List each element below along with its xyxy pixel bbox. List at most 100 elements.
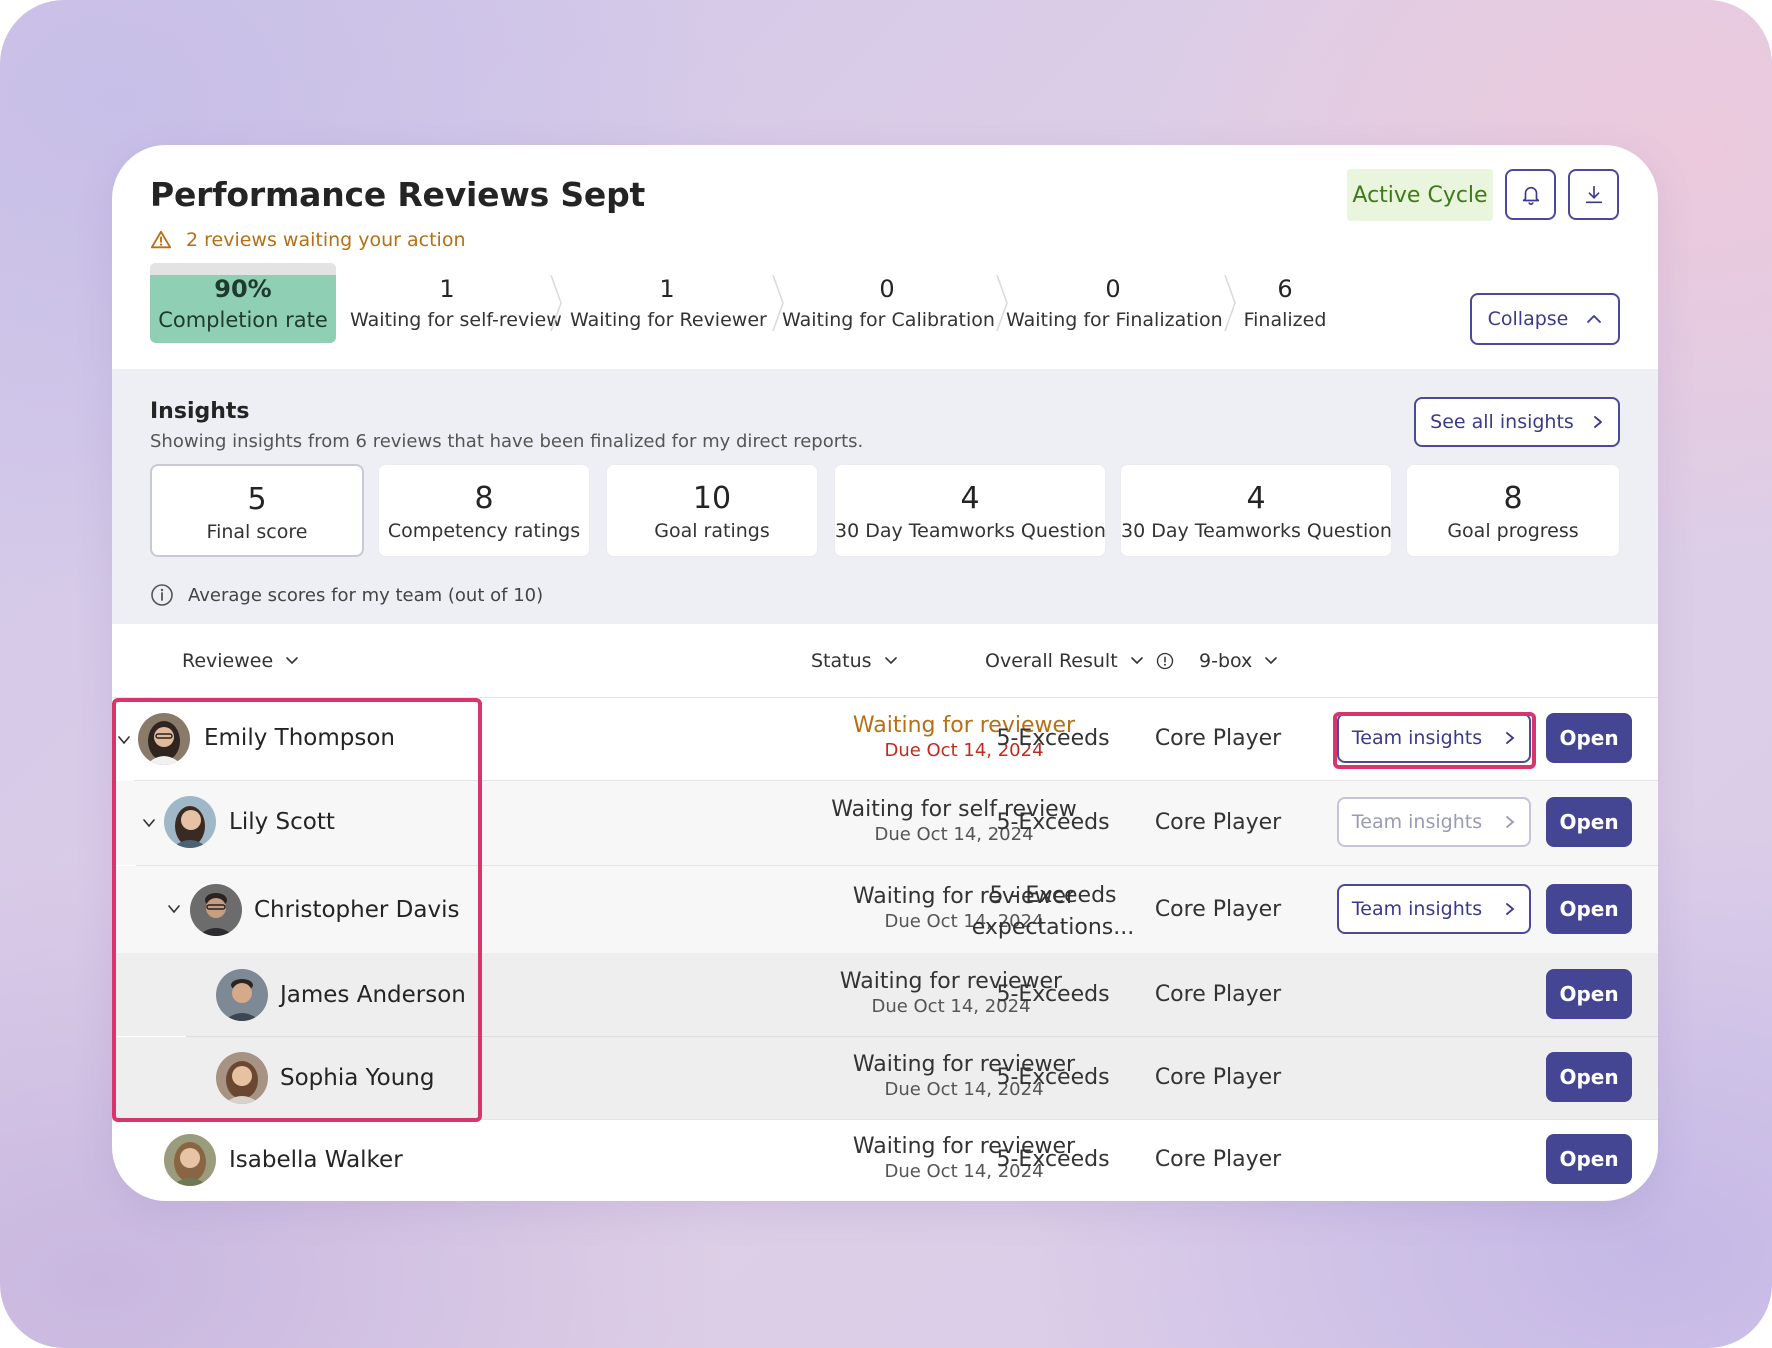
nine-box-value: Core Player	[1154, 810, 1282, 835]
avatar	[190, 884, 242, 936]
reviewee-name[interactable]: Sophia Young	[280, 1065, 434, 1091]
review-stages: 90% Completion rate 1 Waiting for self-r…	[150, 263, 1550, 343]
insight-value: 8	[474, 481, 494, 516]
see-all-insights-label: See all insights	[1430, 411, 1574, 433]
reviewee-name[interactable]: Emily Thompson	[204, 725, 395, 751]
team-insights-label: Team insights	[1351, 898, 1483, 920]
column-overall-result[interactable]: Overall Result	[985, 650, 1174, 672]
chevron-right-icon	[1506, 732, 1515, 744]
completion-value: 90%	[214, 275, 272, 303]
download-icon	[1585, 185, 1602, 203]
open-button[interactable]: Open	[1546, 884, 1632, 934]
open-button[interactable]: Open	[1546, 797, 1632, 847]
chevron-right-icon	[1506, 903, 1515, 915]
table-row[interactable]: Sophia Young Waiting for reviewer Due Oc…	[112, 1037, 1658, 1119]
info-icon[interactable]	[1156, 652, 1174, 670]
insight-value: 4	[1246, 481, 1266, 516]
open-button[interactable]: Open	[1546, 713, 1632, 763]
insight-label: Goal progress	[1447, 520, 1579, 542]
stage-count: 0	[879, 275, 895, 303]
chevron-down-icon[interactable]	[167, 902, 181, 916]
nine-box-value: Core Player	[1154, 726, 1282, 751]
insights-subtitle: Showing insights from 6 reviews that hav…	[150, 431, 864, 452]
reviewee-name[interactable]: James Anderson	[280, 982, 466, 1008]
column-status[interactable]: Status	[811, 650, 898, 672]
insights-note: Average scores for my team (out of 10)	[150, 583, 543, 607]
notifications-button[interactable]	[1505, 169, 1556, 220]
table-row[interactable]: Emily Thompson Waiting for reviewer Due …	[112, 699, 1658, 780]
result-line: 5 - Exceeds	[989, 883, 1117, 908]
stage-count: 1	[659, 275, 675, 303]
nine-box-value: Core Player	[1154, 897, 1282, 922]
stage-finalized[interactable]: 6 Finalized	[1236, 263, 1334, 343]
column-label: Status	[811, 650, 872, 672]
table-header: Reviewee Status Overall Result 9-box	[112, 624, 1658, 698]
reviewee-name[interactable]: Lily Scott	[229, 809, 335, 835]
table-row[interactable]: Lily Scott Waiting for self review Due O…	[112, 781, 1658, 865]
action-warning[interactable]: 2 reviews waiting your action	[150, 229, 465, 251]
completion-label: Completion rate	[158, 308, 328, 332]
collapse-label: Collapse	[1487, 308, 1569, 330]
overall-result: 5-Exceeds	[996, 1147, 1110, 1172]
stage-calibration[interactable]: 0 Waiting for Calibration	[782, 263, 995, 343]
stage-label: Waiting for self-review	[350, 309, 562, 331]
stage-reviewer[interactable]: 1 Waiting for Reviewer	[570, 263, 767, 343]
open-button[interactable]: Open	[1546, 969, 1632, 1019]
insight-value: 10	[692, 481, 732, 516]
insight-card-goal-ratings[interactable]: 10 Goal ratings	[606, 464, 818, 557]
open-button[interactable]: Open	[1546, 1052, 1632, 1102]
overall-result: 5-Exceeds	[996, 1065, 1110, 1090]
table-row[interactable]: James Anderson Waiting for reviewer Due …	[112, 953, 1658, 1036]
team-insights-button[interactable]: Team insights	[1337, 713, 1531, 763]
see-all-insights-button[interactable]: See all insights	[1414, 397, 1620, 447]
insight-value: 5	[247, 482, 267, 517]
insight-card-teamworks-1[interactable]: 4 30 Day Teamworks Question	[834, 464, 1106, 557]
avatar	[216, 1052, 268, 1104]
insight-card-teamworks-2[interactable]: 4 30 Day Teamworks Question	[1120, 464, 1392, 557]
column-label: Overall Result	[985, 650, 1118, 672]
table-row[interactable]: Isabella Walker Waiting for reviewer Due…	[112, 1120, 1658, 1201]
insight-label: 30 Day Teamworks Question	[835, 520, 1106, 542]
avatar	[216, 969, 268, 1021]
insight-card-final-score[interactable]: 5 Final score	[150, 464, 364, 557]
column-label: 9-box	[1199, 650, 1253, 672]
stage-finalization[interactable]: 0 Waiting for Finalization	[1006, 263, 1223, 343]
insights-note-text: Average scores for my team (out of 10)	[188, 584, 544, 606]
reviewee-name[interactable]: Christopher Davis	[254, 897, 459, 923]
chevron-right-icon	[1506, 816, 1515, 828]
stage-self-review[interactable]: 1 Waiting for self-review	[350, 263, 562, 343]
reviewee-name[interactable]: Isabella Walker	[229, 1147, 403, 1173]
completion-rate: 90% Completion rate	[150, 263, 336, 343]
chevron-right-icon	[1593, 416, 1602, 428]
column-reviewee[interactable]: Reviewee	[182, 650, 299, 672]
performance-review-card: Performance Reviews Sept 2 reviews waiti…	[112, 145, 1658, 1201]
stage-label: Finalized	[1243, 309, 1327, 331]
collapse-button[interactable]: Collapse	[1470, 293, 1620, 345]
nine-box-value: Core Player	[1154, 1147, 1282, 1172]
stage-count: 6	[1277, 275, 1293, 303]
insight-card-goal-progress[interactable]: 8 Goal progress	[1406, 464, 1620, 557]
column-9-box[interactable]: 9-box	[1199, 650, 1278, 672]
chevron-separator-icon	[550, 274, 562, 332]
result-line: expectations...	[971, 915, 1135, 940]
insight-label: 30 Day Teamworks Question	[1121, 520, 1392, 542]
nine-box-value: Core Player	[1154, 1065, 1282, 1090]
column-label: Reviewee	[182, 650, 274, 672]
overall-result: 5-Exceeds	[996, 726, 1110, 751]
insight-label: Final score	[206, 521, 308, 543]
chevron-down-icon[interactable]	[117, 733, 131, 747]
table-row[interactable]: Christopher Davis Waiting for reviewer D…	[112, 866, 1658, 953]
team-insights-button[interactable]: Team insights	[1337, 797, 1531, 847]
info-icon	[151, 584, 173, 606]
chevron-down-icon	[286, 657, 298, 665]
team-insights-button[interactable]: Team insights	[1337, 884, 1531, 934]
stage-label: Waiting for Calibration	[782, 309, 995, 331]
nine-box-value: Core Player	[1154, 982, 1282, 1007]
insight-label: Goal ratings	[654, 520, 770, 542]
open-button[interactable]: Open	[1546, 1134, 1632, 1184]
page-title: Performance Reviews Sept	[150, 175, 646, 214]
chevron-up-icon	[1587, 315, 1602, 323]
insight-card-competency[interactable]: 8 Competency ratings	[378, 464, 590, 557]
chevron-down-icon[interactable]	[142, 816, 156, 830]
download-button[interactable]	[1568, 169, 1619, 220]
